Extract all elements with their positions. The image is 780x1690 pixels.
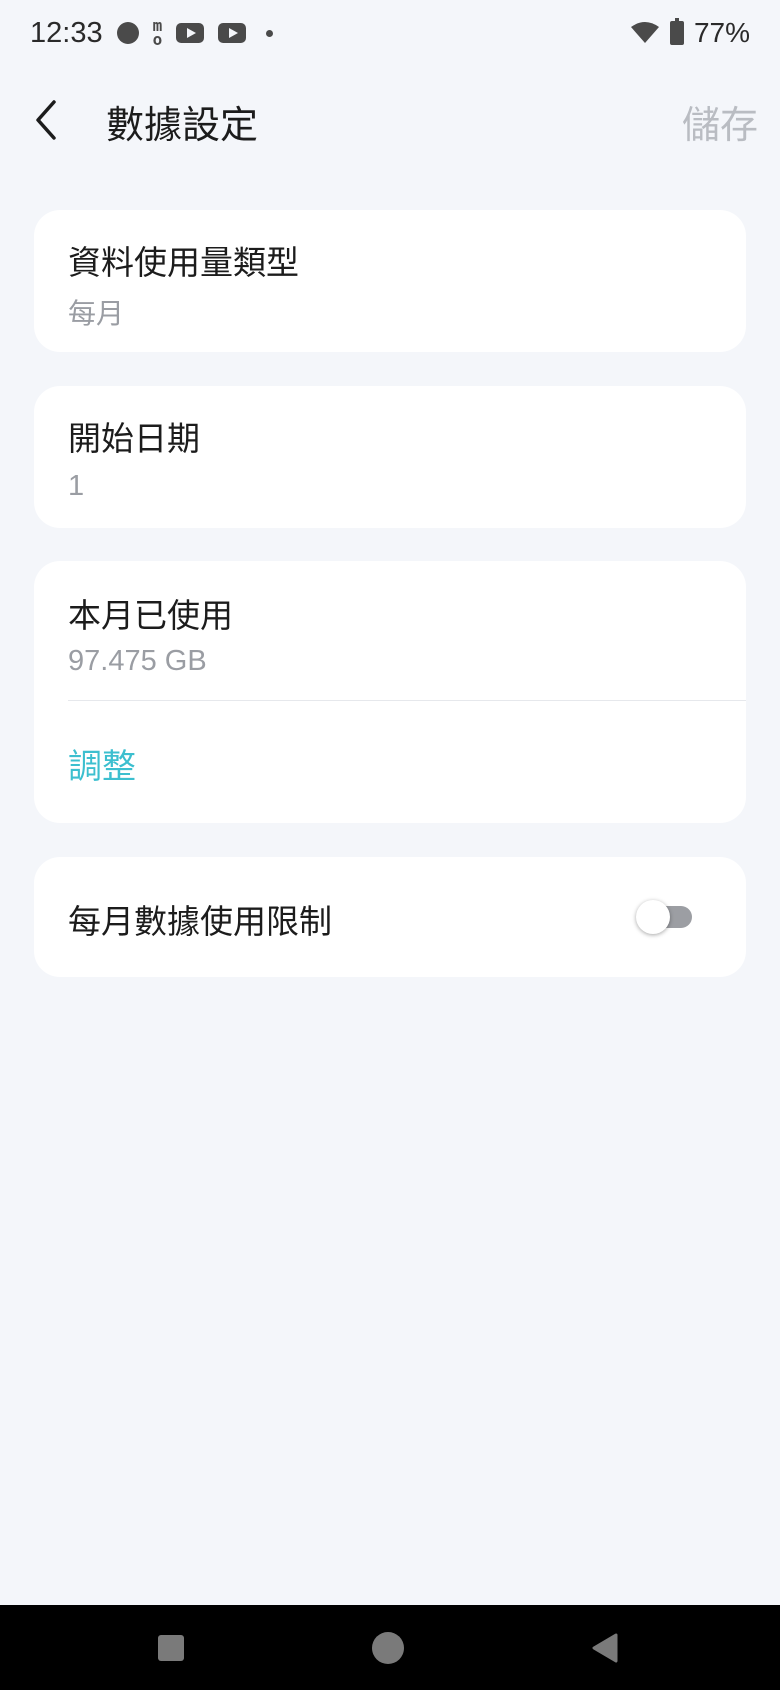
status-left: 12:33 mo <box>30 16 274 50</box>
battery-percent: 77% <box>693 17 750 48</box>
used-this-month-card: 本月已使用 97.475 GB 調整 <box>34 561 746 823</box>
start-date-value: 1 <box>68 470 85 502</box>
monthly-limit-toggle[interactable] <box>636 900 692 934</box>
adjust-button[interactable]: 調整 <box>68 739 136 788</box>
record-dot-icon <box>116 22 139 44</box>
screen: 12:33 mo 77% 數據設定 儲存 資料使用量類型 每月 開始日期 1 本… <box>0 0 780 1690</box>
monthly-limit-card[interactable]: 每月數據使用限制 <box>34 857 746 977</box>
youtube-icon <box>218 23 247 43</box>
more-dot-icon <box>266 29 274 37</box>
recent-apps-icon[interactable] <box>158 1635 184 1661</box>
youtube-icon <box>176 23 205 43</box>
header: 數據設定 儲存 <box>0 80 780 160</box>
nav-back-icon[interactable] <box>590 1632 618 1664</box>
back-arrow-icon[interactable] <box>30 96 70 144</box>
momo-icon: mo <box>152 16 163 49</box>
toggle-thumb <box>636 900 670 934</box>
status-time: 12:33 <box>30 16 103 49</box>
divider <box>68 700 746 701</box>
navigation-bar <box>0 1605 780 1690</box>
page-title: 數據設定 <box>106 103 259 147</box>
save-button[interactable]: 儲存 <box>682 94 758 149</box>
used-this-month-value: 97.475 GB <box>68 645 207 677</box>
start-date-label: 開始日期 <box>68 419 200 458</box>
start-date-card[interactable]: 開始日期 1 <box>34 386 746 528</box>
usage-type-value: 每月 <box>68 297 125 330</box>
monthly-limit-label: 每月數據使用限制 <box>68 902 332 941</box>
status-bar: 12:33 mo 77% <box>0 0 780 66</box>
used-this-month-label: 本月已使用 <box>68 596 233 635</box>
usage-type-card[interactable]: 資料使用量類型 每月 <box>34 210 746 352</box>
battery-icon <box>669 18 684 45</box>
status-right: 77% <box>630 17 750 49</box>
wifi-icon <box>630 22 659 43</box>
home-icon[interactable] <box>372 1632 404 1664</box>
usage-type-label: 資料使用量類型 <box>68 243 299 282</box>
